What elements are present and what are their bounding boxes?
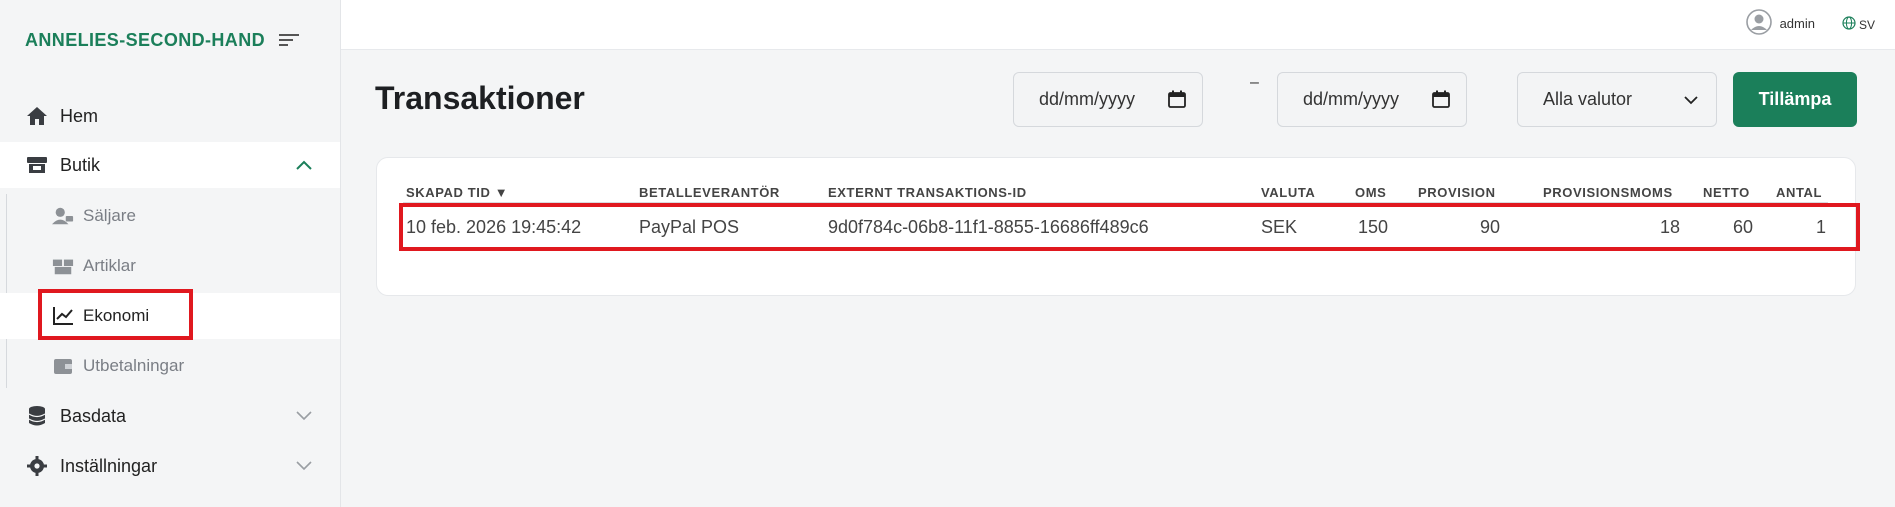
calendar-icon[interactable] [1432,90,1450,108]
sidebar-item-hem[interactable]: Hem [0,93,340,139]
user-name: admin [1779,16,1815,31]
highlight-transaction-row [399,203,1860,251]
sidebar-item-artiklar[interactable]: Artiklar [0,243,340,289]
sidebar-item-utbetalningar[interactable]: Utbetalningar [0,343,340,389]
brand-name: ANNELIES-SECOND-HAND [25,30,266,50]
column-header-commission[interactable]: PROVISION [1418,185,1496,200]
sidebar-item-label: Artiklar [83,256,136,275]
sidebar: ANNELIES-SECOND-HAND Hem Butik Säljare A… [0,0,341,507]
sidebar-item-saljare[interactable]: Säljare [0,193,340,239]
sidebar-item-label: Butik [60,154,101,175]
database-icon [26,405,48,427]
language-label: SV [1858,17,1875,32]
chevron-down-icon [294,406,314,426]
column-header-external-id[interactable]: EXTERNT TRANSAKTIONS-ID [828,185,1027,200]
chevron-up-icon [294,155,314,175]
date-to-placeholder: dd/mm/yyyy [1303,89,1400,109]
date-range-separator: – [1250,74,1259,91]
highlight-ekonomi [38,289,193,340]
sidebar-item-basdata[interactable]: Basdata [0,393,340,439]
column-header-count[interactable]: ANTAL [1776,185,1822,200]
date-from-input[interactable]: dd/mm/yyyy [1013,72,1203,127]
sidebar-item-label: Basdata [60,405,127,426]
currency-selected: Alla valutor [1543,89,1633,109]
boxes-icon [52,255,74,277]
date-to-input[interactable]: dd/mm/yyyy [1277,72,1467,127]
topbar: admin SV [341,0,1895,50]
column-header-provider[interactable]: BETALLEVERANTÖR [639,185,780,200]
sidebar-item-label: Utbetalningar [83,356,185,375]
calendar-icon[interactable] [1168,90,1186,108]
menu-toggle-icon[interactable] [279,32,299,48]
date-from-placeholder: dd/mm/yyyy [1039,89,1136,109]
language-switcher[interactable]: SV [1842,16,1875,33]
store-icon [26,154,48,176]
sidebar-item-butik[interactable]: Butik [0,142,340,188]
column-header-net[interactable]: NETTO [1703,185,1750,200]
column-header-commission-vat[interactable]: PROVISIONSMOMS [1543,185,1673,200]
sidebar-item-label: Säljare [83,206,136,225]
chevron-down-icon [294,456,314,476]
globe-icon [1842,16,1856,33]
sidebar-item-label: Inställningar [60,455,158,476]
sellers-icon [52,205,74,227]
wallet-icon [52,355,74,377]
chevron-down-icon [1682,91,1700,109]
apply-button[interactable]: Tillämpa [1733,72,1857,127]
avatar-icon [1745,9,1772,38]
column-header-revenue[interactable]: OMS [1355,185,1386,200]
home-icon [26,105,48,127]
gear-icon [26,455,48,477]
column-header-currency[interactable]: VALUTA [1261,185,1315,200]
page-title: Transaktioner [375,80,585,116]
sidebar-item-label: Hem [60,105,99,126]
sidebar-item-installningar[interactable]: Inställningar [0,443,340,489]
currency-select[interactable]: Alla valutor [1517,72,1717,127]
column-header-created[interactable]: SKAPAD TID ▼ [406,185,508,200]
user-menu[interactable]: admin [1745,9,1815,38]
